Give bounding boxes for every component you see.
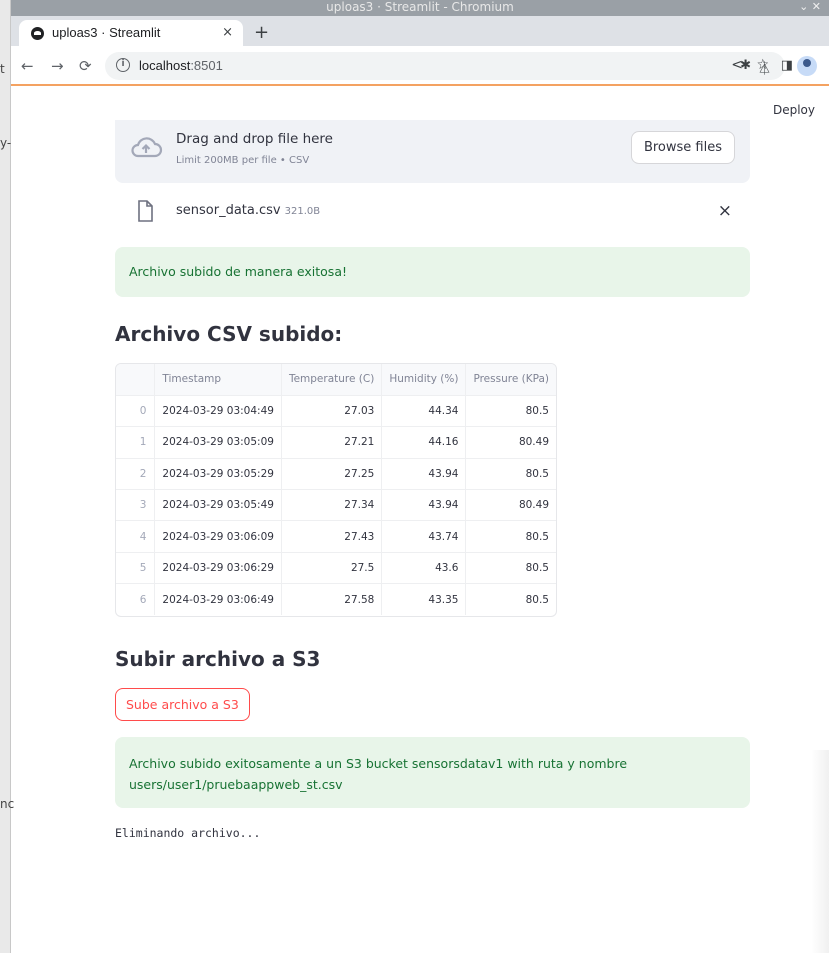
file-name-text: sensor_data.csv <box>176 203 281 218</box>
streamlit-favicon-icon <box>31 27 44 40</box>
pressure-cell[interactable]: 80.5 <box>465 395 556 428</box>
remove-file-icon[interactable]: × <box>718 201 732 221</box>
back-icon[interactable]: ← <box>21 57 34 75</box>
humidity-cell[interactable]: 43.35 <box>381 583 467 616</box>
row-index[interactable]: 0 <box>116 395 156 428</box>
background-text: y- <box>0 136 12 150</box>
temperature-cell[interactable]: 27.21 <box>281 426 383 459</box>
tab-title: uploas3 · Streamlit <box>52 25 161 40</box>
url-port: :8501 <box>190 58 223 73</box>
pressure-cell[interactable]: 80.5 <box>465 520 556 553</box>
tab-close-icon[interactable]: × <box>222 25 233 40</box>
csv-heading: Archivo CSV subido: <box>115 322 343 346</box>
background-text: t <box>0 62 5 76</box>
pressure-cell[interactable]: 80.5 <box>466 584 556 615</box>
row-index[interactable]: 2 <box>116 458 156 491</box>
column-header-index <box>116 364 156 396</box>
file-size: 321.0B <box>284 206 321 217</box>
humidity-cell[interactable]: 43.94 <box>381 489 467 522</box>
row-index[interactable]: 1 <box>116 426 156 459</box>
pressure-cell[interactable]: 80.5 <box>465 458 556 491</box>
profile-icon[interactable] <box>797 56 817 76</box>
table-row[interactable]: 2 2024-03-29 03:05:29 27.25 43.94 80.5 <box>116 458 556 491</box>
temperature-cell[interactable]: 27.34 <box>281 489 383 522</box>
temperature-cell[interactable]: 27.03 <box>281 395 383 428</box>
row-index[interactable]: 3 <box>116 489 156 522</box>
timestamp-cell[interactable]: 2024-03-29 03:05:29 <box>154 458 282 491</box>
code-output: Eliminando archivo... <box>115 826 261 840</box>
timestamp-cell[interactable]: 2024-03-29 03:06:09 <box>154 520 282 553</box>
tab-strip: uploas3 · Streamlit × + <box>11 16 829 46</box>
timestamp-cell[interactable]: 2024-03-29 03:04:49 <box>154 395 282 428</box>
file-uploader-dropzone[interactable]: Drag and drop file here Limit 200MB per … <box>115 120 750 183</box>
url-text[interactable]: localhost:8501 <box>139 58 223 73</box>
success-message-path: users/user1/pruebaappweb_st.csv <box>129 777 343 792</box>
humidity-cell[interactable]: 43.94 <box>381 458 467 491</box>
row-index[interactable]: 4 <box>116 520 156 553</box>
table-row[interactable]: 0 2024-03-29 03:04:49 27.03 44.34 80.5 <box>116 395 556 428</box>
pressure-cell[interactable]: 80.49 <box>465 426 556 459</box>
upload-to-s3-button[interactable]: Sube archivo a S3 <box>115 688 250 721</box>
new-tab-button[interactable]: + <box>254 22 269 43</box>
labs-icon[interactable]: ⏃ <box>758 58 771 77</box>
forward-icon[interactable]: → <box>51 57 64 75</box>
humidity-cell[interactable]: 43.74 <box>381 520 467 553</box>
window-menu-icon[interactable]: ⌄ ✕ <box>799 0 821 14</box>
humidity-cell[interactable]: 44.16 <box>381 426 467 459</box>
column-header-humidity[interactable]: Humidity (%) <box>381 364 467 396</box>
window-title: uploas3 · Streamlit - Chromium <box>326 0 514 14</box>
reload-icon[interactable]: ⟳ <box>79 57 92 75</box>
uploader-title: Drag and drop file here <box>176 131 333 147</box>
timestamp-cell[interactable]: 2024-03-29 03:06:29 <box>154 552 282 585</box>
temperature-cell[interactable]: 27.43 <box>281 520 383 553</box>
sidebar-icon[interactable]: ◨ <box>781 58 793 73</box>
cloud-upload-icon <box>131 137 163 158</box>
pressure-cell[interactable]: 80.5 <box>465 552 556 585</box>
row-index[interactable]: 5 <box>116 552 156 585</box>
column-header-pressure[interactable]: Pressure (KPa) <box>465 364 556 396</box>
uploader-limit-text: Limit 200MB per file • CSV <box>176 155 310 166</box>
timestamp-cell[interactable]: 2024-03-29 03:05:49 <box>154 489 282 522</box>
file-icon <box>138 200 153 222</box>
table-row[interactable]: 5 2024-03-29 03:06:29 27.5 43.6 80.5 <box>116 552 556 585</box>
success-alert-upload: Archivo subido de manera exitosa! <box>115 247 750 297</box>
column-header-temperature[interactable]: Temperature (C) <box>281 364 383 396</box>
info-icon[interactable]: i <box>116 58 130 72</box>
address-bar[interactable]: i localhost:8501 < ☆ <box>105 52 785 80</box>
temperature-cell[interactable]: 27.25 <box>281 458 383 491</box>
window-shadow <box>811 750 829 953</box>
navigation-bar: ← → ⟳ i localhost:8501 < ☆ ✱ ⏃ ◨ <box>11 46 829 86</box>
table-row[interactable]: 4 2024-03-29 03:06:09 27.43 43.74 80.5 <box>116 520 556 553</box>
file-name: sensor_data.csv 321.0B <box>176 203 320 218</box>
background-window: t y- nc <box>0 0 15 953</box>
window-titlebar: uploas3 · Streamlit - Chromium ⌄ ✕ <box>11 0 829 16</box>
csv-dataframe[interactable]: Timestamp Temperature (C) Humidity (%) P… <box>115 363 557 617</box>
row-index[interactable]: 6 <box>116 583 156 616</box>
browse-files-button[interactable]: Browse files <box>630 131 735 164</box>
column-header-timestamp[interactable]: Timestamp <box>154 364 282 396</box>
success-alert-s3: Archivo subido exitosamente a un S3 buck… <box>115 737 750 808</box>
pressure-cell[interactable]: 80.49 <box>465 489 556 522</box>
table-row[interactable]: 1 2024-03-29 03:05:09 27.21 44.16 80.49 <box>116 426 556 459</box>
deploy-button[interactable]: Deploy <box>773 103 815 117</box>
s3-heading: Subir archivo a S3 <box>115 647 321 671</box>
temperature-cell[interactable]: 27.58 <box>281 583 383 616</box>
success-message-line: Archivo subido exitosamente a un S3 buck… <box>129 756 628 771</box>
extensions-icon[interactable]: ✱ <box>740 58 751 73</box>
humidity-cell[interactable]: 43.6 <box>381 552 467 585</box>
table-header-row: Timestamp Temperature (C) Humidity (%) P… <box>116 364 556 396</box>
browser-tab[interactable]: uploas3 · Streamlit × <box>19 20 243 46</box>
temperature-cell[interactable]: 27.5 <box>281 552 383 585</box>
timestamp-cell[interactable]: 2024-03-29 03:06:49 <box>154 583 282 616</box>
table-row[interactable]: 3 2024-03-29 03:05:49 27.34 43.94 80.49 <box>116 489 556 522</box>
url-host: localhost <box>139 58 191 73</box>
uploaded-file-row: sensor_data.csv 321.0B × <box>115 196 750 230</box>
background-text: nc <box>0 797 15 811</box>
timestamp-cell[interactable]: 2024-03-29 03:05:09 <box>154 426 282 459</box>
success-message: Archivo subido de manera exitosa! <box>129 264 347 279</box>
humidity-cell[interactable]: 44.34 <box>381 395 467 428</box>
table-row[interactable]: 6 2024-03-29 03:06:49 27.58 43.35 80.5 <box>116 583 556 616</box>
